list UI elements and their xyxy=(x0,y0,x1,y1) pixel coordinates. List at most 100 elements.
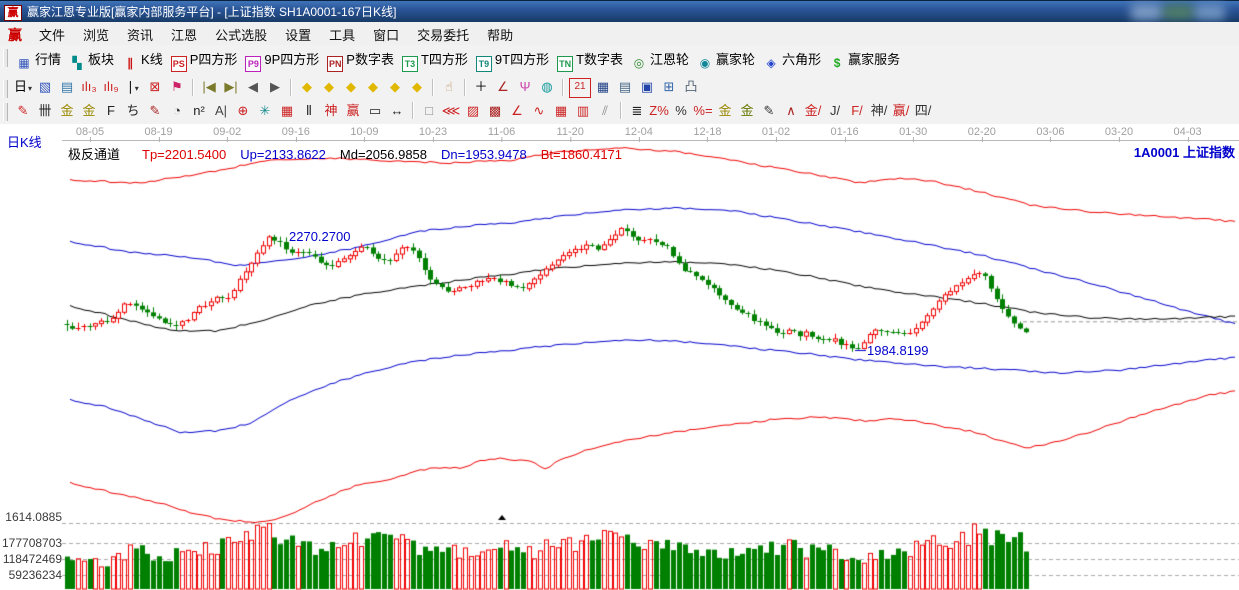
k-quote-icon[interactable]: Ⅱ xyxy=(299,102,319,120)
first-bar-icon[interactable]: |◀ xyxy=(199,78,219,96)
calculator-icon[interactable]: ▦ xyxy=(593,78,613,96)
red-grid-2-icon[interactable]: ▥ xyxy=(573,102,593,120)
wave-a-icon[interactable]: ∧ xyxy=(781,102,801,120)
ruler-123-icon[interactable]: ▭ xyxy=(365,102,385,120)
menu-item-7[interactable]: 窗口 xyxy=(364,22,408,45)
hand-drag-icon[interactable]: ☝ xyxy=(439,78,459,96)
toolbar-button-t-square[interactable]: T3T四方形 xyxy=(402,49,468,71)
compass-circle-icon[interactable]: ⊕ xyxy=(233,102,253,120)
toolbar-button-quotes[interactable]: ▦行情 xyxy=(16,49,61,71)
kline-chart-canvas[interactable] xyxy=(0,124,1239,590)
toolbar-button-p-square[interactable]: PSP四方形 xyxy=(171,49,238,71)
no-overlay-icon[interactable]: ⊠ xyxy=(145,78,165,96)
gann-tag-icon[interactable]: Ψ xyxy=(515,78,535,96)
info-doc-icon[interactable]: ▤ xyxy=(57,78,77,96)
boxed-grid-fan-icon[interactable]: ▩ xyxy=(485,102,505,120)
menu-item-8[interactable]: 交易委托 xyxy=(408,22,478,45)
gold-circle-icon[interactable]: 金 xyxy=(715,102,735,120)
menu-item-4[interactable]: 公式选股 xyxy=(206,22,276,45)
red-grid-icon[interactable]: ▦ xyxy=(551,102,571,120)
menu-item-0[interactable]: 文件 xyxy=(30,22,74,45)
prev-bar-icon[interactable]: ◀ xyxy=(243,78,263,96)
crosshair-icon[interactable]: ＋ xyxy=(471,78,491,96)
notes-icon[interactable]: ▤ xyxy=(615,78,635,96)
shen-tool-icon[interactable]: 神 xyxy=(321,102,341,120)
menu-item-1[interactable]: 浏览 xyxy=(74,22,118,45)
tally-ruler-icon[interactable]: 卌 xyxy=(35,102,55,120)
toolbar-drag-handle[interactable] xyxy=(3,80,8,98)
candle-style-dropdown-icon[interactable]: ∣▾ xyxy=(123,78,143,96)
boxed-fan-icon[interactable]: ▨ xyxy=(463,102,483,120)
window-controls-blurred[interactable] xyxy=(1129,1,1239,23)
toolbar-button-winner-service[interactable]: $赢家服务 xyxy=(829,49,900,71)
diamond-merge-icon[interactable]: ◆ xyxy=(363,78,383,96)
toolbar-button-p-number[interactable]: PNP数字表 xyxy=(327,49,394,71)
f-slash-icon[interactable]: F/ xyxy=(847,102,867,120)
toolbar-button-winner-wheel[interactable]: ◉赢家轮 xyxy=(697,49,755,71)
diamond-scroll-left-icon[interactable]: ◆ xyxy=(297,78,317,96)
gold-gann-a-icon[interactable]: 金 xyxy=(57,102,77,120)
toolbar-drag-handle[interactable] xyxy=(3,49,8,67)
gann-fan-star-icon[interactable]: ✳ xyxy=(255,102,275,120)
slash-lines-icon[interactable]: ⫽ xyxy=(595,102,615,120)
ray-fan-icon[interactable]: ⋘ xyxy=(441,102,461,120)
pencil-angle-icon[interactable]: ✎ xyxy=(145,102,165,120)
period-dropdown-icon[interactable]: 日▾ xyxy=(13,78,33,96)
volume-axis-label-3: 177708703 xyxy=(2,536,62,550)
printer-icon[interactable]: 凸 xyxy=(681,78,701,96)
trend-angles-icon[interactable]: ∠ xyxy=(507,102,527,120)
zigzag-check-icon[interactable]: ∿ xyxy=(529,102,549,120)
indicator-value-2: Md=2056.9858 xyxy=(340,147,427,162)
four-slash-icon[interactable]: 四/ xyxy=(913,102,933,120)
shen-slash-icon[interactable]: 神/ xyxy=(869,102,889,120)
bar-profile-icon[interactable]: ≣ xyxy=(627,102,647,120)
toolbar-button-9p-square[interactable]: P99P四方形 xyxy=(245,49,319,71)
diamond-scroll-right-icon[interactable]: ◆ xyxy=(319,78,339,96)
menu-item-3[interactable]: 江恩 xyxy=(162,22,206,45)
box-select-icon[interactable]: □ xyxy=(419,102,439,120)
diamond-zoom-out-icon[interactable]: ◆ xyxy=(385,78,405,96)
toolbar-button-9t-square[interactable]: T99T四方形 xyxy=(476,49,549,71)
menu-item-2[interactable]: 资讯 xyxy=(118,22,162,45)
diamond-split-icon[interactable]: ◆ xyxy=(341,78,361,96)
last-bar-icon[interactable]: ▶| xyxy=(221,78,241,96)
toolbar-drag-handle[interactable] xyxy=(3,103,8,121)
percent-icon[interactable]: % xyxy=(671,102,691,120)
clock-cycle-icon[interactable]: ◔ xyxy=(167,102,187,120)
fib-f-icon[interactable]: F xyxy=(101,102,121,120)
ying-tool-icon[interactable]: 赢 xyxy=(343,102,363,120)
color-flag-icon[interactable]: ⚑ xyxy=(167,78,187,96)
ruler-n2-icon[interactable]: n² xyxy=(189,102,209,120)
calendar-21-icon[interactable]: 21 xyxy=(569,78,591,98)
mirror-a-icon[interactable]: A| xyxy=(211,102,231,120)
toolbar-button-t-number[interactable]: TNT数字表 xyxy=(557,49,623,71)
menu-item-6[interactable]: 工具 xyxy=(320,22,364,45)
toolbar-button-sectors[interactable]: ▚板块 xyxy=(69,49,114,71)
gold-bands-icon[interactable]: 金 xyxy=(737,102,757,120)
pencil-icon[interactable]: ✎ xyxy=(13,102,33,120)
menu-item-5[interactable]: 设置 xyxy=(276,22,320,45)
diamond-zoom-in-icon[interactable]: ◆ xyxy=(407,78,427,96)
gann-grid-box-icon[interactable]: ▦ xyxy=(277,102,297,120)
toolbar-button-gann-wheel[interactable]: ◎江恩轮 xyxy=(631,49,689,71)
gold-gann-b-icon[interactable]: 金 xyxy=(79,102,99,120)
pattern-zone-icon[interactable]: ▧ xyxy=(35,78,55,96)
toolbar-button-hexagon[interactable]: ◈六角形 xyxy=(763,49,821,71)
j-slash-icon[interactable]: J/ xyxy=(825,102,845,120)
toolbar-button-kline[interactable]: ∥K线 xyxy=(122,49,163,71)
percent-line-icon[interactable]: %= xyxy=(693,102,713,120)
width-arrows-icon[interactable]: ↔ xyxy=(387,102,407,120)
angle-measure-icon[interactable]: ∠ xyxy=(493,78,513,96)
candle-pencil-icon[interactable]: ✎ xyxy=(759,102,779,120)
percent-zone-icon[interactable]: Z% xyxy=(649,102,669,120)
bars-9-icon[interactable]: ılı₉ xyxy=(101,78,121,96)
spiral-5-icon[interactable]: ち xyxy=(123,102,143,120)
save-icon[interactable]: ▣ xyxy=(637,78,657,96)
menu-item-9[interactable]: 帮助 xyxy=(478,22,522,45)
bars-3-icon[interactable]: ılı₃ xyxy=(79,78,99,96)
next-bar-icon[interactable]: ▶ xyxy=(265,78,285,96)
ying-slash-icon[interactable]: 赢/ xyxy=(891,102,911,120)
cycle-tool-icon[interactable]: ◍ xyxy=(537,78,557,96)
network-icon[interactable]: ⊞ xyxy=(659,78,679,96)
gold-slash-icon[interactable]: 金/ xyxy=(803,102,823,120)
